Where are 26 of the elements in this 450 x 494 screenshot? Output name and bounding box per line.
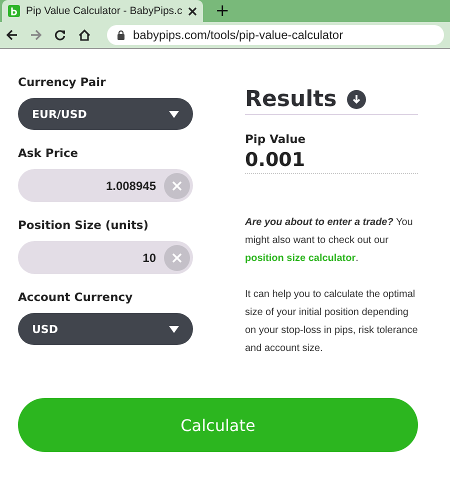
lock-icon bbox=[117, 30, 125, 40]
close-icon[interactable] bbox=[188, 6, 198, 16]
back-icon[interactable] bbox=[6, 29, 18, 41]
download-icon[interactable] bbox=[346, 90, 366, 109]
pip-value-label: Pip Value bbox=[245, 132, 307, 146]
home-icon[interactable] bbox=[78, 29, 91, 41]
address-bar[interactable]: babypips.com/tools/pip-value-calculator bbox=[107, 25, 444, 45]
input-field[interactable]: 10 bbox=[18, 241, 193, 274]
caret-icon bbox=[169, 110, 179, 118]
forward-icon[interactable] bbox=[30, 29, 42, 41]
description-text: It can help you to calculate the optimal size of your initial position depending on your stop-loss in pips, risk tolerance and account size. bbox=[245, 288, 418, 356]
browser-tab[interactable]: Pip Value Calculator - BabyPips.c bbox=[2, 0, 204, 22]
input-field[interactable]: 1.008945 bbox=[18, 169, 193, 202]
select-dropdown[interactable]: USD bbox=[18, 313, 193, 345]
new-tab-button[interactable]: + bbox=[215, 1, 230, 21]
favicon-icon bbox=[8, 5, 20, 17]
pip-value: 0.001 bbox=[245, 149, 418, 174]
promo-text: Are you about to enter a trade? You might also want to check out our position size calculator. bbox=[245, 216, 414, 266]
results-heading: Results bbox=[245, 87, 337, 112]
field-label: Account Currency bbox=[18, 290, 134, 304]
field-label: Ask Price bbox=[18, 146, 80, 160]
field-label: Currency Pair bbox=[18, 75, 107, 89]
field-label: Position Size (units) bbox=[18, 218, 150, 232]
select-dropdown[interactable]: EUR/USD bbox=[18, 98, 193, 130]
reload-icon[interactable] bbox=[54, 29, 66, 41]
caret-icon bbox=[169, 326, 179, 332]
